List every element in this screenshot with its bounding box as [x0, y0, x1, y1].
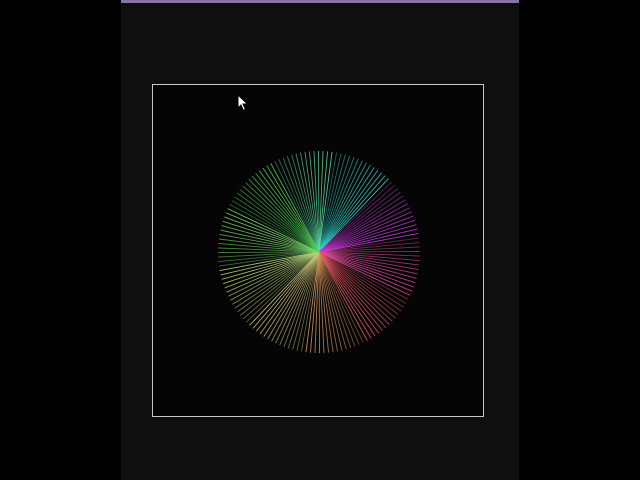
drawing-canvas[interactable]	[152, 84, 484, 417]
wheel-line	[251, 175, 320, 253]
app-window	[121, 0, 519, 480]
wheel-line	[318, 251, 387, 329]
wheel-line	[318, 251, 421, 253]
wheel-line	[217, 251, 320, 253]
wheel-line	[318, 251, 404, 308]
wheel-line	[318, 167, 375, 253]
wheel-line	[242, 251, 320, 320]
wheel-lines-group	[217, 150, 421, 354]
wheel-line	[318, 150, 320, 253]
wheel-line	[263, 251, 320, 337]
color-wheel-art	[217, 150, 421, 354]
wheel-line	[318, 251, 320, 354]
mouse-pointer-icon	[237, 93, 249, 112]
wheel-line	[234, 196, 320, 253]
wheel-line	[318, 184, 396, 253]
desktop-screen	[0, 0, 640, 480]
window-top-border	[121, 0, 519, 3]
